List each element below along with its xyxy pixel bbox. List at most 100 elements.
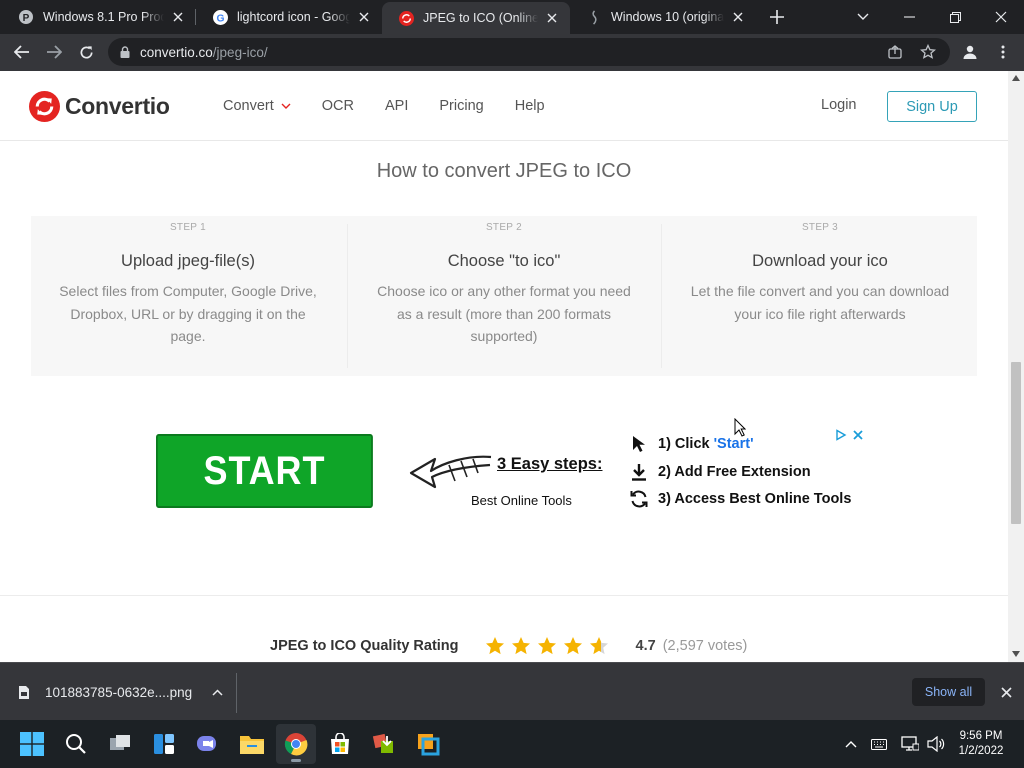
close-tab-icon[interactable]: [170, 9, 186, 25]
nav-convert-label: Convert: [223, 98, 274, 114]
tab-title: Windows 10 (original release): [611, 10, 724, 24]
step-2: STEP 2 Choose "to ico" Choose ico or any…: [347, 216, 661, 376]
menu-dots-icon[interactable]: [989, 38, 1017, 66]
scrollbar-thumb[interactable]: [1011, 362, 1021, 524]
svg-text:G: G: [216, 13, 224, 24]
back-button[interactable]: [8, 38, 36, 66]
section-divider: [0, 595, 1008, 596]
windows-taskbar: 9:56 PM 1/2/2022: [0, 720, 1024, 768]
widgets-icon[interactable]: [144, 724, 184, 764]
star-icon[interactable]: [563, 636, 583, 656]
main-nav: Convert OCR API Pricing Help: [223, 71, 576, 141]
ad-line-1-highlight: 'Start': [713, 436, 754, 452]
chevron-up-icon[interactable]: [212, 688, 223, 696]
ad-choices[interactable]: [835, 429, 863, 441]
steps-panel: STEP 1 Upload jpeg-file(s) Select files …: [31, 216, 977, 376]
address-bar[interactable]: convertio.co/jpeg-ico/: [108, 38, 950, 66]
scroll-up-icon[interactable]: [1012, 75, 1020, 81]
star-icon[interactable]: [511, 636, 531, 656]
close-tab-icon[interactable]: [356, 9, 372, 25]
rating-votes: (2,597 votes): [662, 638, 748, 654]
tab-windows-81[interactable]: P Windows 8.1 Pro Product Key: [2, 0, 196, 34]
mouse-cursor-icon: [734, 418, 746, 437]
url-path: /jpeg-ico/: [212, 44, 268, 60]
search-icon[interactable]: [56, 724, 96, 764]
ad-choices-icon[interactable]: [835, 429, 847, 441]
volume-icon[interactable]: [927, 736, 945, 752]
lock-icon: [120, 46, 130, 58]
signup-button[interactable]: Sign Up: [887, 91, 977, 122]
convertio-logo[interactable]: Convertio: [29, 91, 170, 122]
step-number: STEP 2: [485, 222, 523, 233]
ad-line-1: 1) Click 'Start': [629, 434, 754, 454]
page-scrollbar[interactable]: [1008, 71, 1024, 662]
show-all-button[interactable]: Show all: [912, 678, 985, 706]
share-icon[interactable]: [888, 45, 902, 59]
star-half-icon[interactable]: [589, 636, 609, 656]
tab-google-search[interactable]: G lightcord icon - Google Search: [196, 0, 382, 34]
nav-ocr[interactable]: OCR: [322, 98, 354, 114]
reload-button[interactable]: [72, 38, 100, 66]
star-icon[interactable]: [537, 636, 557, 656]
new-tab-button[interactable]: [763, 3, 791, 31]
ad-line-3-text: 3) Access Best Online Tools: [658, 491, 852, 507]
quality-rating: JPEG to ICO Quality Rating 4.7 (2,597 vo…: [270, 636, 747, 656]
tab-strip: P Windows 8.1 Pro Product Key G lightcor…: [0, 0, 1024, 34]
taskbar-clock[interactable]: 9:56 PM 1/2/2022: [956, 729, 1006, 759]
ad-start-button[interactable]: START: [156, 434, 373, 508]
microsoft-store-icon[interactable]: [320, 724, 360, 764]
tab-jpeg-to-ico[interactable]: JPEG to ICO (Online & Free): [382, 2, 570, 34]
close-tab-icon[interactable]: [544, 10, 560, 26]
tab-title: JPEG to ICO (Online & Free): [423, 11, 538, 25]
refresh-cycle-icon: [629, 489, 649, 509]
start-menu-icon[interactable]: [12, 724, 52, 764]
tab-search-button[interactable]: [840, 0, 886, 34]
wiki-icon: [586, 9, 602, 25]
keyboard-icon[interactable]: [871, 738, 887, 750]
file-explorer-icon[interactable]: [232, 724, 272, 764]
advertisement-banner[interactable]: START 3 Easy steps: Best Online Tools 1)…: [141, 425, 868, 519]
installer-app-icon[interactable]: [364, 724, 404, 764]
ad-close-icon[interactable]: [853, 430, 863, 440]
close-tab-icon[interactable]: [730, 9, 746, 25]
network-icon[interactable]: [901, 736, 919, 752]
clock-time: 9:56 PM: [959, 730, 1003, 742]
ad-line-2-text: 2) Add Free Extension: [658, 464, 811, 480]
chrome-taskbar-icon[interactable]: [276, 724, 316, 764]
restore-button[interactable]: [932, 0, 978, 34]
minimize-button[interactable]: [886, 0, 932, 34]
bookmark-star-icon[interactable]: [920, 44, 936, 60]
forward-button[interactable]: [40, 38, 68, 66]
nav-pricing[interactable]: Pricing: [439, 98, 483, 114]
close-downloads-icon[interactable]: [996, 682, 1016, 702]
scroll-down-icon[interactable]: [1012, 651, 1020, 657]
file-icon: [18, 685, 30, 700]
close-window-button[interactable]: [978, 0, 1024, 34]
star-icon[interactable]: [485, 636, 505, 656]
teams-chat-icon[interactable]: [188, 724, 228, 764]
nav-api[interactable]: API: [385, 98, 408, 114]
nav-help[interactable]: Help: [515, 98, 545, 114]
clock-date: 1/2/2022: [958, 745, 1004, 757]
step-number: STEP 1: [169, 222, 207, 233]
step-divider: [661, 224, 662, 368]
nav-convert[interactable]: Convert: [223, 98, 291, 114]
google-icon: G: [212, 9, 228, 25]
remote-app-icon[interactable]: [408, 724, 448, 764]
download-filename: 101883785-0632e....png: [45, 684, 193, 700]
step-description: Select files from Computer, Google Drive…: [59, 283, 317, 344]
logo-text: Convertio: [65, 93, 170, 119]
login-link[interactable]: Login: [821, 97, 856, 113]
ad-steps-title: 3 Easy steps:: [497, 455, 603, 473]
ad-subtitle: Best Online Tools: [471, 493, 572, 508]
arrow-graphic-icon: [409, 451, 493, 489]
step-3: STEP 3 Download your ico Let the file co…: [663, 216, 977, 376]
downloads-separator: [236, 673, 237, 713]
step-description: Let the file convert and you can downloa…: [690, 283, 950, 322]
profile-icon[interactable]: [956, 38, 984, 66]
tab-windows-10[interactable]: Windows 10 (original release): [570, 0, 756, 34]
rating-label: JPEG to ICO Quality Rating: [270, 638, 459, 654]
tray-chevron-up-icon[interactable]: [843, 740, 859, 748]
task-view-icon[interactable]: [100, 724, 140, 764]
download-item[interactable]: 101883785-0632e....png: [18, 663, 223, 721]
